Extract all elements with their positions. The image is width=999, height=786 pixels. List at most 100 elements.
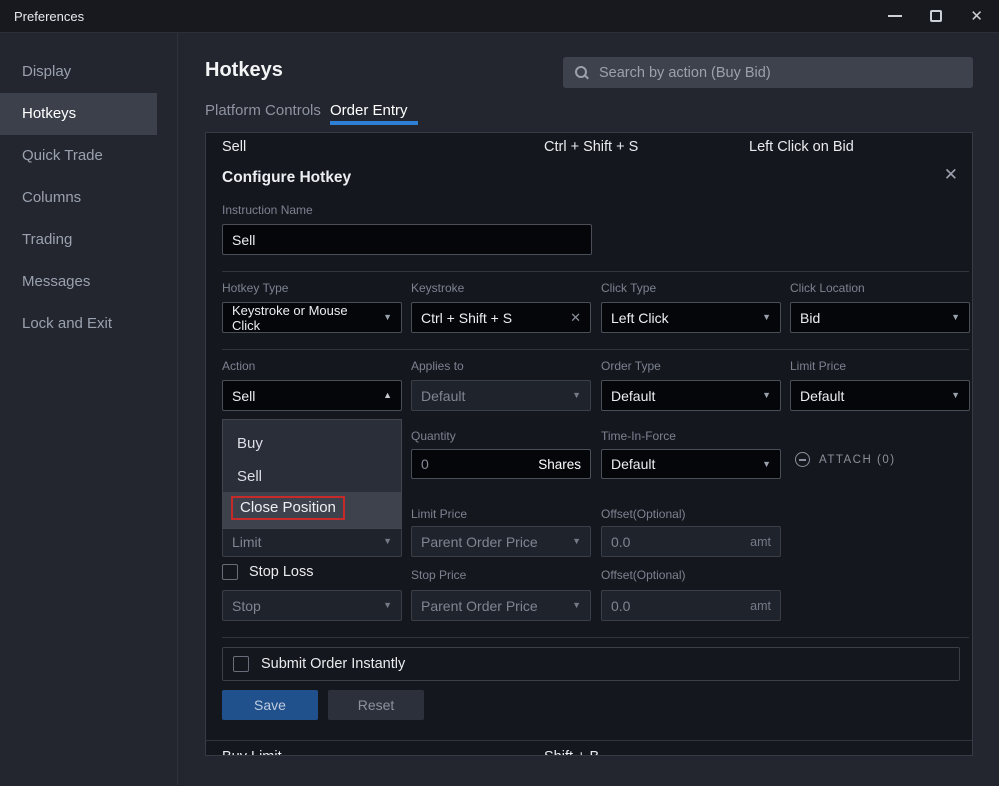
row-divider bbox=[206, 740, 973, 741]
click-location-dropdown[interactable]: Bid ▼ bbox=[790, 302, 970, 333]
stop-offset-label: Offset(Optional) bbox=[601, 568, 685, 582]
keystroke-value: Ctrl + Shift + S bbox=[421, 310, 512, 326]
hotkey-row-action[interactable]: Sell bbox=[222, 139, 246, 155]
action-dropdown-list: Buy Sell Close Position bbox=[222, 419, 402, 529]
divider bbox=[222, 271, 969, 272]
chevron-down-icon: ▼ bbox=[377, 601, 392, 610]
sidebar-item-columns[interactable]: Columns bbox=[0, 177, 177, 219]
quantity-value: 0 bbox=[421, 456, 429, 472]
click-location-value: Bid bbox=[800, 310, 820, 326]
chevron-up-icon: ▲ bbox=[377, 391, 392, 400]
instruction-name-label: Instruction Name bbox=[222, 203, 313, 217]
stop-loss-checkbox[interactable] bbox=[222, 564, 238, 580]
window-close-icon[interactable]: ✕ bbox=[970, 9, 983, 24]
attach-label: ATTACH (0) bbox=[819, 454, 896, 466]
sidebar-item-messages[interactable]: Messages bbox=[0, 261, 177, 303]
active-tab-underline bbox=[330, 121, 418, 125]
titlebar: Preferences ✕ bbox=[0, 0, 999, 33]
stop-loss-checkbox-row[interactable]: Stop Loss bbox=[222, 564, 314, 580]
chevron-down-icon: ▼ bbox=[377, 313, 392, 322]
limit-offset-input[interactable]: 0.0 amt bbox=[601, 526, 781, 557]
search-icon bbox=[575, 66, 589, 80]
action-label: Action bbox=[222, 359, 255, 373]
click-type-label: Click Type bbox=[601, 281, 656, 295]
stop-order-value: Stop bbox=[232, 598, 261, 614]
action-option-buy[interactable]: Buy bbox=[237, 435, 263, 452]
action-option-sell[interactable]: Sell bbox=[237, 468, 262, 485]
divider bbox=[222, 349, 969, 350]
chevron-down-icon: ▼ bbox=[756, 460, 771, 469]
clear-keystroke-icon[interactable]: ✕ bbox=[570, 311, 581, 324]
quantity-unit: Shares bbox=[538, 457, 581, 472]
keystroke-input[interactable]: Ctrl + Shift + S ✕ bbox=[411, 302, 591, 333]
stop-order-dropdown[interactable]: Stop ▼ bbox=[222, 590, 402, 621]
order-type-dropdown[interactable]: Default ▼ bbox=[601, 380, 781, 411]
time-in-force-label: Time-In-Force bbox=[601, 429, 676, 443]
submit-order-instantly-label: Submit Order Instantly bbox=[261, 656, 405, 672]
minus-circle-icon bbox=[795, 452, 810, 467]
hotkey-type-dropdown[interactable]: Keystroke or Mouse Click ▼ bbox=[222, 302, 402, 333]
configure-hotkey-title: Configure Hotkey bbox=[222, 169, 351, 187]
action-value: Sell bbox=[232, 388, 255, 404]
submit-order-instantly-checkbox[interactable] bbox=[233, 656, 249, 672]
chevron-down-icon: ▼ bbox=[566, 537, 581, 546]
quantity-label: Quantity bbox=[411, 429, 456, 443]
time-in-force-dropdown[interactable]: Default ▼ bbox=[601, 449, 781, 479]
chevron-down-icon: ▼ bbox=[756, 391, 771, 400]
configure-close-icon[interactable]: ✕ bbox=[944, 165, 958, 185]
applies-to-dropdown[interactable]: Default ▼ bbox=[411, 380, 591, 411]
limit-order-dropdown[interactable]: Limit ▼ bbox=[222, 526, 402, 557]
sidebar-item-trading[interactable]: Trading bbox=[0, 219, 177, 261]
tab-platform-controls[interactable]: Platform Controls bbox=[205, 102, 321, 119]
sidebar-item-lock-and-exit[interactable]: Lock and Exit bbox=[0, 303, 177, 345]
click-type-value: Left Click bbox=[611, 310, 669, 326]
click-location-label: Click Location bbox=[790, 281, 865, 295]
limit-offset-label: Offset(Optional) bbox=[601, 507, 685, 521]
divider bbox=[222, 637, 969, 638]
limit-price-label: Limit Price bbox=[411, 507, 467, 521]
time-in-force-value: Default bbox=[611, 456, 655, 472]
search-input[interactable] bbox=[599, 65, 961, 81]
hotkey-row-keystroke[interactable]: Ctrl + Shift + S bbox=[544, 139, 638, 155]
limit-price-default-label: Limit Price bbox=[790, 359, 846, 373]
sidebar-item-quick-trade[interactable]: Quick Trade bbox=[0, 135, 177, 177]
maximize-icon[interactable] bbox=[930, 10, 942, 22]
hotkeys-panel: Sell Ctrl + Shift + S Left Click on Bid … bbox=[205, 132, 973, 756]
click-type-dropdown[interactable]: Left Click ▼ bbox=[601, 302, 781, 333]
minimize-icon[interactable] bbox=[888, 15, 902, 17]
reset-button[interactable]: Reset bbox=[328, 690, 424, 720]
sidebar-item-display[interactable]: Display bbox=[0, 51, 177, 93]
sidebar: Display Hotkeys Quick Trade Columns Trad… bbox=[0, 33, 178, 785]
stop-offset-input[interactable]: 0.0 amt bbox=[601, 590, 781, 621]
limit-order-value: Limit bbox=[232, 534, 262, 550]
limit-offset-value: 0.0 bbox=[611, 534, 630, 550]
order-type-label: Order Type bbox=[601, 359, 661, 373]
action-option-close-position[interactable]: Close Position bbox=[223, 492, 401, 528]
tab-order-entry[interactable]: Order Entry bbox=[330, 102, 408, 119]
stop-offset-unit: amt bbox=[750, 599, 771, 613]
close-position-highlight-box[interactable]: Close Position bbox=[231, 496, 345, 520]
instruction-name-input[interactable]: Sell bbox=[222, 224, 592, 255]
stop-price-label: Stop Price bbox=[411, 568, 466, 582]
stop-price-dropdown[interactable]: Parent Order Price ▼ bbox=[411, 590, 591, 621]
quantity-input[interactable]: 0 Shares bbox=[411, 449, 591, 479]
chevron-down-icon: ▼ bbox=[945, 313, 960, 322]
sidebar-item-hotkeys[interactable]: Hotkeys bbox=[0, 93, 157, 135]
search-box[interactable] bbox=[563, 57, 973, 88]
stop-price-value: Parent Order Price bbox=[421, 598, 538, 614]
order-type-value: Default bbox=[611, 388, 655, 404]
instruction-name-value: Sell bbox=[232, 232, 255, 248]
submit-order-instantly-row[interactable]: Submit Order Instantly bbox=[222, 647, 960, 681]
attach-button[interactable]: ATTACH (0) bbox=[795, 452, 896, 467]
keystroke-label: Keystroke bbox=[411, 281, 464, 295]
next-hotkey-row-keystroke[interactable]: Shift + B bbox=[544, 749, 599, 756]
limit-price-default-dropdown[interactable]: Default ▼ bbox=[790, 380, 970, 411]
hotkey-row-click[interactable]: Left Click on Bid bbox=[749, 139, 854, 155]
limit-price-dropdown[interactable]: Parent Order Price ▼ bbox=[411, 526, 591, 557]
chevron-down-icon: ▼ bbox=[566, 601, 581, 610]
save-button[interactable]: Save bbox=[222, 690, 318, 720]
applies-to-value: Default bbox=[421, 388, 465, 404]
action-dropdown[interactable]: Sell ▲ bbox=[222, 380, 402, 411]
chevron-down-icon: ▼ bbox=[566, 391, 581, 400]
next-hotkey-row-action[interactable]: Buy Limit bbox=[222, 749, 282, 756]
